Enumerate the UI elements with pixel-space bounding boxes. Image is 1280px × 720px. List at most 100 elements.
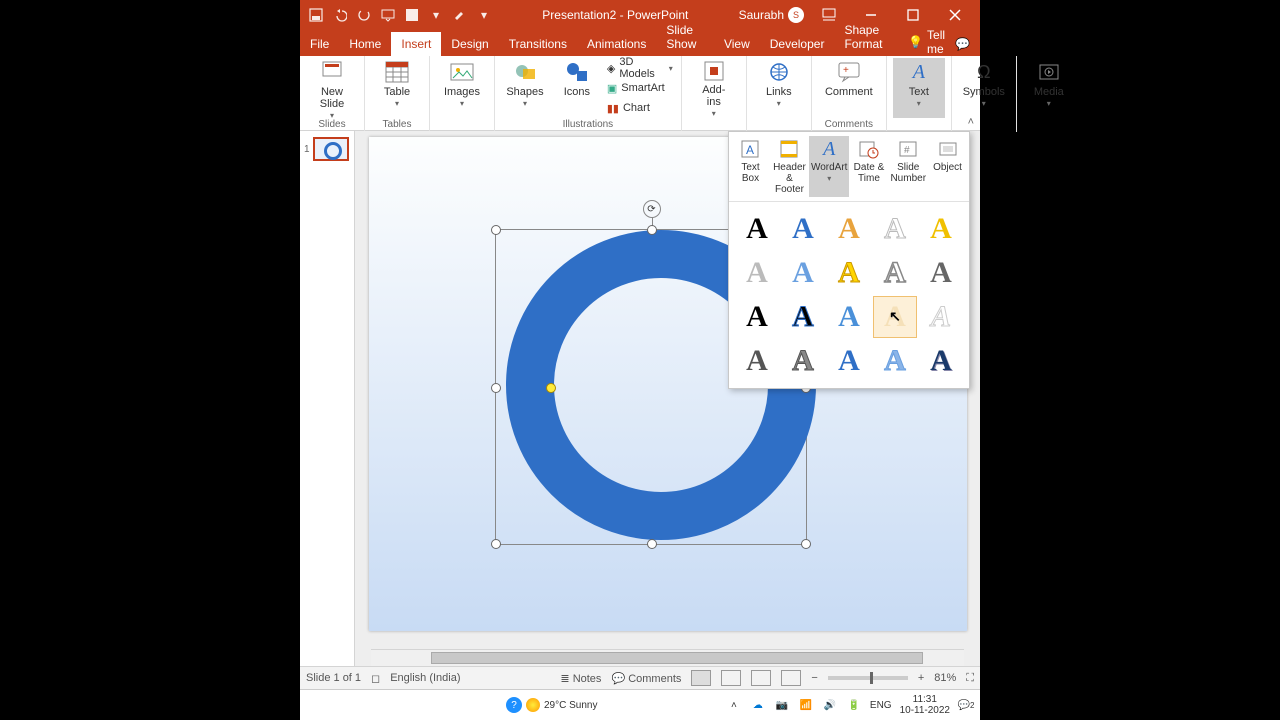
qat-paint-icon[interactable]	[452, 7, 468, 23]
redo-icon[interactable]	[356, 7, 372, 23]
zoom-level[interactable]: 81%	[934, 672, 956, 684]
tab-developer[interactable]: Developer	[760, 32, 835, 56]
tab-slideshow[interactable]: Slide Show	[656, 18, 714, 56]
battery-icon[interactable]: 🔋	[846, 697, 862, 713]
notes-button[interactable]: ≣ Notes	[560, 672, 601, 685]
links-button[interactable]: Links▾	[753, 58, 805, 118]
weather-widget[interactable]: ? 29°C Sunny	[506, 697, 597, 713]
slide-thumbnail-1[interactable]	[313, 137, 349, 161]
text-button[interactable]: A Text▾	[893, 58, 945, 118]
slideshow-view-icon[interactable]	[781, 670, 801, 686]
tab-insert[interactable]: Insert	[391, 32, 441, 56]
tab-home[interactable]: Home	[339, 32, 391, 56]
wordart-style-3[interactable]: A	[827, 208, 871, 250]
wordart-style-17[interactable]: A	[781, 340, 825, 382]
handle-bm[interactable]	[647, 539, 657, 549]
thumbnail-pane[interactable]: 1	[300, 131, 355, 666]
sorter-view-icon[interactable]	[721, 670, 741, 686]
clock[interactable]: 11:31 10-11-2022	[900, 694, 950, 716]
textbox-button[interactable]: AText Box	[731, 136, 770, 197]
slideshow-icon[interactable]	[380, 7, 396, 23]
tab-shape-format[interactable]: Shape Format	[834, 18, 902, 56]
wordart-style-9[interactable]: A	[873, 252, 917, 294]
wordart-style-4[interactable]: A	[873, 208, 917, 250]
language-tray[interactable]: ENG	[870, 700, 892, 711]
tab-design[interactable]: Design	[441, 32, 498, 56]
normal-view-icon[interactable]	[691, 670, 711, 686]
wordart-style-14[interactable]: A↖	[873, 296, 917, 338]
zoom-in-button[interactable]: +	[918, 672, 924, 684]
wordart-style-1[interactable]: A	[735, 208, 779, 250]
smartart-button[interactable]: ▣SmartArt	[605, 78, 675, 98]
tab-file[interactable]: File	[300, 32, 339, 56]
handle-tl[interactable]	[491, 225, 501, 235]
reading-view-icon[interactable]	[751, 670, 771, 686]
wordart-style-7[interactable]: A	[781, 252, 825, 294]
addins-button[interactable]: Add- ins▾	[688, 58, 740, 118]
wordart-style-2[interactable]: A	[781, 208, 825, 250]
tray-chevron-icon[interactable]: ˄	[726, 697, 742, 713]
symbols-button[interactable]: Ω Symbols▾	[958, 58, 1010, 118]
qat-shape-icon[interactable]	[404, 7, 420, 23]
qat-dropdown-icon[interactable]: ▾	[428, 7, 444, 23]
comment-button[interactable]: + Comment	[818, 58, 880, 118]
camera-icon[interactable]: 📷	[774, 697, 790, 713]
handle-br[interactable]	[801, 539, 811, 549]
new-slide-button[interactable]: New Slide▾	[306, 58, 358, 118]
rotate-handle[interactable]: ⟳	[643, 200, 661, 218]
undo-icon[interactable]	[332, 7, 348, 23]
handle-tm[interactable]	[647, 225, 657, 235]
images-button[interactable]: Images▾	[436, 58, 488, 118]
wordart-style-19[interactable]: A	[873, 340, 917, 382]
wordart-style-20[interactable]: A	[919, 340, 963, 382]
tell-me[interactable]: 💡Tell me	[908, 28, 945, 56]
wordart-button[interactable]: AWordArt▾	[809, 136, 850, 197]
save-icon[interactable]	[308, 7, 324, 23]
object-button[interactable]: Object	[928, 136, 967, 197]
wordart-style-13[interactable]: A	[827, 296, 871, 338]
scroll-thumb[interactable]	[431, 652, 923, 664]
close-button[interactable]	[938, 0, 972, 30]
wordart-style-6[interactable]: A	[735, 252, 779, 294]
horizontal-scrollbar[interactable]	[371, 649, 964, 666]
handle-ml[interactable]	[491, 383, 501, 393]
tab-view[interactable]: View	[714, 32, 760, 56]
wordart-style-11[interactable]: A	[735, 296, 779, 338]
onedrive-icon[interactable]: ☁	[750, 697, 766, 713]
help-icon[interactable]: ?	[506, 697, 522, 713]
fit-to-window-icon[interactable]: ⛶	[966, 672, 974, 685]
language-indicator[interactable]: English (India)	[390, 672, 460, 684]
adjust-handle[interactable]	[546, 383, 556, 393]
wordart-style-8[interactable]: A	[827, 252, 871, 294]
comments-button[interactable]: 💬 Comments	[611, 672, 681, 685]
volume-icon[interactable]: 🔊	[822, 697, 838, 713]
header-footer-button[interactable]: Header & Footer	[770, 136, 809, 197]
comments-pane-icon[interactable]: 💬	[945, 32, 980, 56]
wordart-style-16[interactable]: A	[735, 340, 779, 382]
accessibility-icon[interactable]: ◻	[371, 672, 380, 685]
slide-indicator[interactable]: Slide 1 of 1	[306, 672, 361, 684]
icons-button[interactable]: Icons	[553, 58, 601, 118]
media-button[interactable]: Media▾	[1023, 58, 1075, 118]
wordart-style-12[interactable]: A	[781, 296, 825, 338]
user-account[interactable]: Saurabh S	[739, 7, 804, 23]
datetime-button[interactable]: Date & Time	[849, 136, 888, 197]
collapse-ribbon-icon[interactable]: ˄	[968, 116, 974, 128]
wordart-style-10[interactable]: A	[919, 252, 963, 294]
slidenumber-button[interactable]: #Slide Number	[888, 136, 928, 197]
wordart-style-18[interactable]: A	[827, 340, 871, 382]
table-button[interactable]: Table▾	[371, 58, 423, 118]
qat-more-icon[interactable]: ▾	[476, 7, 492, 23]
notifications-icon[interactable]: 💬2	[958, 697, 974, 713]
tab-animations[interactable]: Animations	[577, 32, 656, 56]
handle-bl[interactable]	[491, 539, 501, 549]
shapes-button[interactable]: Shapes▾	[501, 58, 549, 118]
chart-button[interactable]: ▮▮Chart	[605, 98, 675, 118]
tab-transitions[interactable]: Transitions	[499, 32, 577, 56]
3d-models-button[interactable]: ◈3D Models▾	[605, 58, 675, 78]
wordart-style-5[interactable]: A	[919, 208, 963, 250]
wordart-style-15[interactable]: A	[919, 296, 963, 338]
wifi-icon[interactable]: 📶	[798, 697, 814, 713]
zoom-out-button[interactable]: −	[811, 672, 817, 684]
zoom-slider[interactable]	[828, 676, 908, 680]
